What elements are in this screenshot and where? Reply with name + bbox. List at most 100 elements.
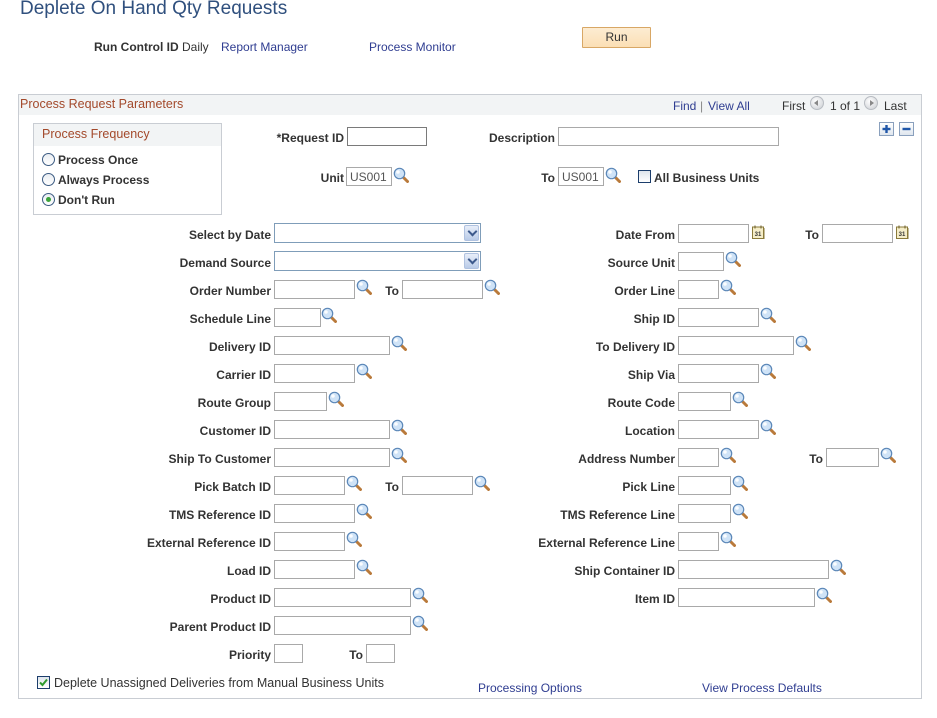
order-number-lookup-icon[interactable] [356,279,372,295]
radio-process-once[interactable] [42,153,55,166]
ship-via-lookup-icon[interactable] [760,363,776,379]
radio-dont-run-label[interactable]: Don't Run [58,193,115,207]
tms-reference-line-input[interactable] [678,504,731,523]
priority-label: Priority [228,648,271,662]
parent-product-id-input[interactable] [274,616,411,635]
route-code-lookup-icon[interactable] [732,391,748,407]
external-reference-line-input[interactable] [678,532,719,551]
radio-always-process-label[interactable]: Always Process [58,173,149,187]
deplete-unassigned-label[interactable]: Deplete Unassigned Deliveries from Manua… [54,676,384,690]
item-id-lookup-icon[interactable] [816,587,832,603]
panel-title: Process Request Parameters [20,97,184,111]
route-code-label: Route Code [607,396,675,410]
order-number-input[interactable] [274,280,355,299]
radio-always-process[interactable] [42,173,55,186]
view-all-link[interactable]: View All [708,99,750,113]
ship-container-id-input[interactable] [678,560,829,579]
unit-lookup-icon[interactable] [393,167,409,183]
parent-product-id-lookup-icon[interactable] [412,615,428,631]
view-process-defaults-link[interactable]: View Process Defaults [702,681,822,695]
next-arrow-icon[interactable] [864,96,878,110]
previous-arrow-icon[interactable] [810,96,824,110]
delivery-id-label: Delivery ID [208,340,271,354]
delivery-id-input[interactable] [274,336,390,355]
ship-id-lookup-icon[interactable] [760,307,776,323]
route-group-input[interactable] [274,392,327,411]
address-number-lookup-icon[interactable] [720,447,736,463]
to-delivery-id-input[interactable] [678,336,794,355]
route-group-lookup-icon[interactable] [328,391,344,407]
report-manager-link[interactable]: Report Manager [221,40,308,54]
tms-reference-line-lookup-icon[interactable] [732,503,748,519]
request-id-input[interactable] [347,127,427,146]
chevron-down-icon [464,253,479,269]
all-business-units-label[interactable]: All Business Units [654,171,759,185]
product-id-lookup-icon[interactable] [412,587,428,603]
date-to-calendar-icon[interactable] [896,225,909,239]
schedule-line-lookup-icon[interactable] [321,307,337,323]
priority-to-input[interactable] [366,644,395,663]
pick-line-input[interactable] [678,476,731,495]
radio-dont-run[interactable] [42,193,55,206]
select-by-date-dropdown[interactable] [274,223,481,243]
tms-reference-id-lookup-icon[interactable] [356,503,372,519]
date-from-calendar-icon[interactable] [752,225,765,239]
product-id-input[interactable] [274,588,411,607]
priority-input[interactable] [274,644,303,663]
order-line-lookup-icon[interactable] [720,279,736,295]
find-link[interactable]: Find [673,99,696,113]
delete-row-button[interactable] [899,122,914,136]
pick-batch-id-lookup-icon[interactable] [346,475,362,491]
pick-batch-to-input[interactable] [402,476,473,495]
run-button[interactable]: Run [582,27,651,48]
address-number-to-input[interactable] [826,448,879,467]
all-business-units-checkbox[interactable] [638,170,651,183]
source-unit-input[interactable] [678,252,724,271]
pick-batch-to-lookup-icon[interactable] [474,475,490,491]
date-to-label: To [805,228,819,242]
external-reference-line-lookup-icon[interactable] [720,531,736,547]
deplete-unassigned-checkbox[interactable] [37,676,50,689]
schedule-line-input[interactable] [274,308,321,327]
pick-batch-id-input[interactable] [274,476,345,495]
date-to-input[interactable] [822,224,893,243]
carrier-id-input[interactable] [274,364,355,383]
load-id-input[interactable] [274,560,355,579]
order-number-to-input[interactable] [402,280,483,299]
radio-process-once-label[interactable]: Process Once [58,153,138,167]
ship-to-customer-lookup-icon[interactable] [391,447,407,463]
to-delivery-id-lookup-icon[interactable] [795,335,811,351]
location-lookup-icon[interactable] [760,419,776,435]
external-reference-id-lookup-icon[interactable] [346,531,362,547]
ship-id-input[interactable] [678,308,759,327]
customer-id-input[interactable] [274,420,390,439]
processing-options-link[interactable]: Processing Options [478,681,582,695]
description-input[interactable] [558,127,779,146]
customer-id-lookup-icon[interactable] [391,419,407,435]
run-control-value: Daily [182,40,209,54]
ship-via-input[interactable] [678,364,759,383]
unit-input[interactable] [346,167,392,186]
delivery-id-lookup-icon[interactable] [391,335,407,351]
order-line-input[interactable] [678,280,719,299]
process-monitor-link[interactable]: Process Monitor [369,40,456,54]
carrier-id-lookup-icon[interactable] [356,363,372,379]
ship-container-id-lookup-icon[interactable] [830,559,846,575]
source-unit-lookup-icon[interactable] [725,251,741,267]
ship-to-customer-input[interactable] [274,448,390,467]
pick-line-lookup-icon[interactable] [732,475,748,491]
route-code-input[interactable] [678,392,731,411]
item-id-input[interactable] [678,588,815,607]
load-id-lookup-icon[interactable] [356,559,372,575]
external-reference-id-input[interactable] [274,532,345,551]
address-number-input[interactable] [678,448,719,467]
demand-source-dropdown[interactable] [274,251,481,271]
add-row-button[interactable] [879,122,894,136]
address-number-to-lookup-icon[interactable] [880,447,896,463]
tms-reference-id-input[interactable] [274,504,355,523]
date-from-input[interactable] [678,224,749,243]
unit-to-lookup-icon[interactable] [605,167,621,183]
order-number-to-lookup-icon[interactable] [484,279,500,295]
unit-to-input[interactable] [558,167,604,186]
location-input[interactable] [678,420,759,439]
